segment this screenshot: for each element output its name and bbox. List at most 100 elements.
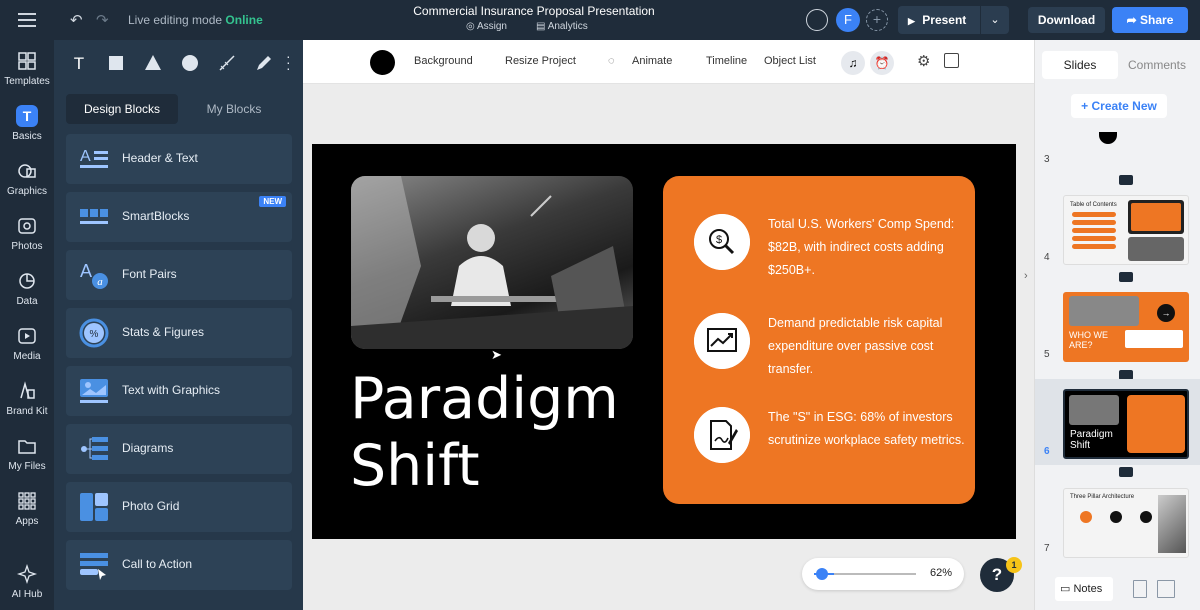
background-button[interactable]: Background — [414, 55, 473, 67]
grid-view-icon[interactable] — [1157, 580, 1175, 598]
transition-icon[interactable] — [1119, 467, 1133, 477]
slide-number: 3 — [1044, 154, 1050, 165]
project-title[interactable]: Commercial Insurance Proposal Presentati… — [400, 4, 668, 18]
thumb-text-box — [1125, 330, 1183, 348]
background-color-swatch[interactable] — [370, 50, 395, 75]
top-bar: ↶ ↷ Live editing mode Online Commercial … — [0, 0, 1200, 40]
slide-canvas[interactable]: Paradigm Shift $ Total U.S. Workers' Com… — [312, 144, 1016, 539]
tab-comments[interactable]: Comments — [1120, 51, 1194, 79]
settings-gear-icon[interactable]: ⚙ — [917, 52, 930, 70]
zoom-control[interactable]: 62% — [802, 558, 964, 590]
slide-photo[interactable] — [351, 176, 633, 349]
timeline-button[interactable]: Timeline — [706, 55, 747, 67]
animate-button[interactable]: Animate — [632, 55, 672, 67]
redo-icon[interactable]: ↷ — [96, 11, 109, 29]
download-button[interactable]: Download — [1028, 7, 1105, 33]
thumb-arrow-icon: → — [1157, 304, 1175, 322]
block-font-pairs[interactable]: Aa Font Pairs — [66, 250, 292, 300]
transition-icon[interactable] — [1119, 272, 1133, 282]
nav-graphics[interactable]: Graphics — [0, 160, 54, 197]
list-view-icon[interactable] — [1133, 580, 1147, 598]
transition-icon[interactable] — [1119, 175, 1133, 185]
signed-document-icon — [694, 407, 750, 463]
circle-tool-icon[interactable] — [179, 52, 201, 74]
office-workers-photo — [351, 176, 633, 349]
animate-icon[interactable]: ◌ — [608, 55, 615, 67]
thumb-pillar-icon — [1110, 511, 1122, 523]
thumb-orange-card — [1127, 395, 1185, 453]
info-point-text: Total U.S. Workers' Comp Spend: $82B, wi… — [768, 217, 955, 277]
block-label: Font Pairs — [122, 267, 177, 281]
block-header-text[interactable]: A Header & Text — [66, 134, 292, 184]
left-nav: Templates T Basics Graphics Photos Data … — [0, 40, 54, 610]
pen-tool-icon[interactable] — [253, 52, 275, 74]
slide-title[interactable]: Paradigm Shift — [350, 366, 619, 500]
nav-apps[interactable]: Apps — [0, 490, 54, 527]
assign-button[interactable]: ◎ Assign — [466, 21, 507, 32]
search-frame-icon[interactable] — [944, 53, 959, 68]
nav-photos[interactable]: Photos — [0, 215, 54, 252]
zoom-slider-handle[interactable] — [816, 568, 828, 580]
text-tool-icon[interactable]: T — [68, 52, 90, 74]
svg-text:%: % — [90, 329, 99, 340]
object-list-button[interactable]: Object List — [764, 55, 816, 67]
line-tool-icon[interactable] — [216, 52, 238, 74]
add-collaborator-icon[interactable]: + — [866, 9, 888, 31]
nav-my-files[interactable]: My Files — [0, 435, 54, 472]
collapse-right-panel-icon[interactable]: › — [1024, 270, 1028, 282]
block-call-to-action[interactable]: Call to Action — [66, 540, 292, 590]
present-dropdown-icon[interactable]: ⌄ — [981, 6, 1009, 34]
present-button[interactable]: ▶ Present — [898, 6, 980, 34]
block-smartblocks[interactable]: SmartBlocks NEW — [66, 192, 292, 242]
music-icon[interactable]: ♫ — [841, 51, 865, 75]
slide-thumbnail-6[interactable]: Paradigm Shift — [1063, 389, 1189, 459]
nav-media[interactable]: Media — [0, 325, 54, 362]
nav-data[interactable]: Data — [0, 270, 54, 307]
alarm-clock-icon[interactable]: ⏰ — [870, 51, 894, 75]
mouse-cursor-icon: ➤ — [491, 347, 502, 362]
undo-icon[interactable]: ↶ — [70, 11, 83, 29]
notes-button[interactable]: ▭ Notes — [1055, 577, 1113, 601]
more-tools-icon[interactable]: · · · — [286, 49, 291, 75]
block-stats-figures[interactable]: % Stats & Figures — [66, 308, 292, 358]
tab-slides[interactable]: Slides — [1042, 51, 1118, 79]
triangle-tool-icon[interactable] — [142, 52, 164, 74]
analytics-button[interactable]: ▤ Analytics — [536, 21, 588, 32]
nav-templates[interactable]: Templates — [0, 50, 54, 87]
nav-basics[interactable]: T Basics — [0, 105, 54, 142]
resize-project-button[interactable]: Resize Project — [505, 55, 576, 67]
nav-ai-hub[interactable]: AI Hub — [0, 563, 54, 600]
create-new-slide-button[interactable]: + Create New — [1071, 94, 1167, 118]
slide-thumbnail-7[interactable]: Three Pillar Architecture — [1063, 488, 1189, 558]
nav-brand-kit[interactable]: Brand Kit — [0, 380, 54, 417]
pie-chart-icon — [19, 273, 35, 289]
diagram-icon — [81, 437, 108, 460]
tab-design-blocks[interactable]: Design Blocks — [66, 94, 178, 124]
block-label: Text with Graphics — [122, 383, 221, 397]
block-label: Photo Grid — [122, 499, 180, 513]
block-diagrams[interactable]: Diagrams — [66, 424, 292, 474]
tab-my-blocks[interactable]: My Blocks — [180, 94, 288, 124]
slide-thumb-title: WHO WE ARE? — [1069, 330, 1108, 350]
slide-thumbnail-5[interactable]: → WHO WE ARE? — [1063, 292, 1189, 362]
avatar[interactable]: F — [836, 8, 860, 32]
zoom-value[interactable]: 62% — [930, 567, 952, 579]
block-label: Diagrams — [122, 441, 174, 455]
share-button[interactable]: ➦ Share — [1112, 7, 1188, 33]
chat-icon[interactable] — [806, 9, 828, 31]
search-dollar-icon: $ — [694, 214, 750, 270]
share-icon: ➦ — [1126, 13, 1137, 27]
block-text-with-graphics[interactable]: Text with Graphics — [66, 366, 292, 416]
slide-thumbnail-4[interactable]: Table of Contents — [1063, 195, 1189, 265]
ai-sparkle-icon — [16, 563, 38, 585]
thumb-photo — [1128, 237, 1184, 261]
thumb-orange-card — [1128, 200, 1184, 234]
square-tool-icon[interactable] — [105, 52, 127, 74]
info-point-text: Demand predictable risk capital expendit… — [768, 316, 943, 376]
slide-3-thumbnail-fragment[interactable] — [1099, 132, 1117, 144]
svg-text:T: T — [74, 54, 84, 73]
apps-grid-icon — [18, 492, 36, 510]
editor-toolbar: Background Resize Project ◌ Animate Time… — [303, 40, 1034, 84]
block-photo-grid[interactable]: Photo Grid — [66, 482, 292, 532]
hamburger-menu-icon[interactable] — [18, 13, 36, 27]
